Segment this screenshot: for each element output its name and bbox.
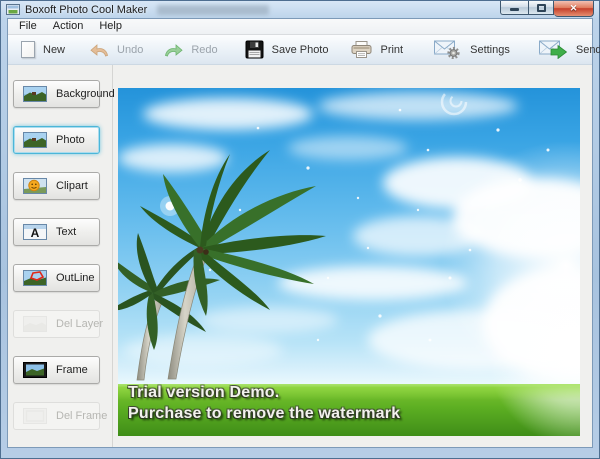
redo-button: Redo: [158, 35, 232, 64]
close-button[interactable]: ✕: [554, 1, 594, 17]
frame-thumbnail-icon: [23, 362, 47, 378]
app-window: Boxoft Photo Cool Maker ✕ File Action He…: [0, 0, 600, 459]
printer-icon: [351, 41, 372, 58]
letter-a-thumbnail-icon: A: [23, 224, 47, 240]
sidebar-button-del-frame: Del Frame: [13, 402, 100, 430]
trial-watermark-text: Trial version Demo. Purchase to remove t…: [128, 382, 400, 424]
close-icon: ✕: [570, 3, 578, 14]
watermark-line-2: Purchase to remove the watermark: [128, 403, 400, 424]
app-icon: [6, 4, 20, 15]
landscape-thumbnail-icon: [23, 86, 47, 102]
sidebar-button-frame[interactable]: Frame: [13, 356, 100, 384]
redo-arrow-icon: [164, 42, 183, 57]
landscape-thumbnail-icon: [23, 132, 47, 148]
settings-envelope-gear-icon: [434, 40, 462, 59]
maximize-button[interactable]: [528, 1, 554, 15]
photo-canvas[interactable]: Trial version Demo. Purchase to remove t…: [118, 88, 580, 436]
sidebar-button-outline[interactable]: OutLine: [13, 264, 100, 292]
minimize-icon: [510, 8, 519, 11]
tool-sidebar: Background Photo: [8, 65, 113, 447]
menu-help[interactable]: Help: [91, 19, 130, 34]
send-mail-envelope-arrow-icon: [539, 40, 568, 59]
save-photo-button[interactable]: Save Photo: [233, 35, 344, 64]
minimize-button[interactable]: [500, 1, 528, 15]
smiley-thumbnail-icon: [23, 178, 47, 194]
window-controls: ✕: [500, 1, 594, 17]
menu-file[interactable]: File: [11, 19, 45, 34]
send-mail-button[interactable]: Send Mail: [525, 35, 600, 64]
undo-arrow-icon: [90, 42, 109, 57]
sidebar-button-clipart[interactable]: Clipart: [13, 172, 100, 200]
new-button[interactable]: New: [8, 35, 80, 64]
new-document-icon: [21, 41, 35, 58]
outline-thumbnail-icon: [23, 270, 47, 286]
maximize-icon: [537, 4, 546, 12]
client-area: File Action Help New Undo Redo: [7, 18, 593, 448]
window-title: Boxoft Photo Cool Maker: [25, 4, 147, 16]
sidebar-button-background[interactable]: Background: [13, 80, 100, 108]
sidebar-button-photo[interactable]: Photo: [13, 126, 100, 154]
menu-action[interactable]: Action: [45, 19, 92, 34]
print-button[interactable]: Print: [343, 35, 418, 64]
settings-button[interactable]: Settings: [418, 35, 525, 64]
sidebar-button-text[interactable]: A Text: [13, 218, 100, 246]
undo-button: Undo: [80, 35, 158, 64]
title-bar[interactable]: Boxoft Photo Cool Maker ✕: [1, 1, 599, 18]
menu-bar: File Action Help: [8, 19, 592, 35]
svg-text:A: A: [31, 226, 40, 240]
watermark-line-1: Trial version Demo.: [128, 382, 400, 403]
faded-thumbnail-icon: [23, 408, 47, 424]
sidebar-button-del-layer: Del Layer: [13, 310, 100, 338]
workspace: Background Photo: [8, 65, 592, 447]
toolbar: New Undo Redo: [8, 35, 592, 65]
faded-thumbnail-icon: [23, 316, 47, 332]
save-floppy-icon: [245, 40, 264, 59]
redacted-title-text: [157, 5, 269, 15]
